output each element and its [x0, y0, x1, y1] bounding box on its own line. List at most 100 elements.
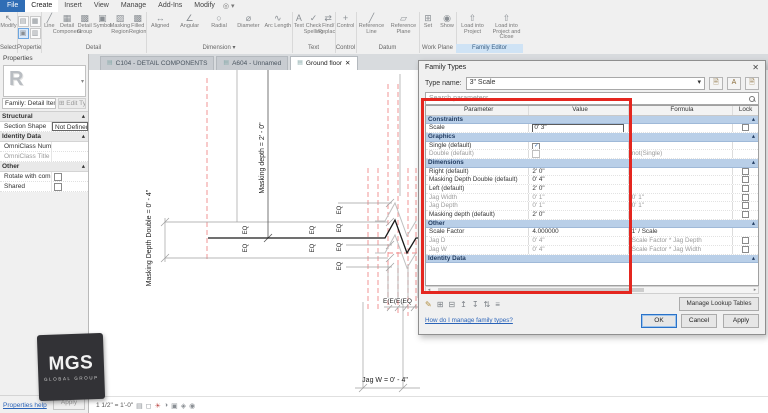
view-tab-ground-floor[interactable]: ▤Ground floor✕: [290, 56, 357, 70]
delete-type-button[interactable]: 🗎: [745, 77, 759, 90]
view-tab-a604[interactable]: ▤A604 - Unnamed: [216, 56, 288, 70]
lock-checkbox[interactable]: [742, 185, 749, 192]
property-row-rotate-with-component[interactable]: Rotate with compo...: [0, 172, 88, 182]
angular-dimension-button[interactable]: ∠Angular: [175, 13, 203, 30]
panel-label-control[interactable]: Control: [335, 44, 356, 53]
svg-text:EQ: EQ: [337, 242, 343, 251]
panel-label-work-plane[interactable]: Work Plane: [419, 44, 456, 53]
reference-plane-button[interactable]: ▱Reference Plane: [388, 13, 419, 35]
delete-parameter-icon[interactable]: ⊟: [448, 300, 455, 309]
rename-type-button[interactable]: A: [727, 77, 741, 90]
property-row-shared[interactable]: Shared: [0, 182, 88, 192]
reference-line-button[interactable]: ╱Reference Line: [356, 13, 387, 35]
section-shape-value[interactable]: Not Defined: [52, 122, 88, 131]
properties-palette-icon[interactable]: ▤: [18, 16, 29, 27]
lock-checkbox[interactable]: [742, 176, 749, 183]
property-row-omniclass-title[interactable]: OmniClass Title: [0, 152, 88, 162]
panel-label-text[interactable]: Text: [292, 44, 335, 53]
type-selector[interactable]: R ▾: [3, 65, 86, 97]
view-tab-c104[interactable]: ▤C104 - DETAIL COMPONENTS: [100, 56, 214, 70]
property-group-structural[interactable]: Structural▴: [0, 112, 88, 122]
crop-region-visibility-icon[interactable]: ◈: [181, 402, 186, 410]
panel-label-properties[interactable]: Properties: [17, 44, 41, 53]
reveal-hidden-elements-icon[interactable]: ◉: [189, 402, 195, 410]
ok-button[interactable]: OK: [641, 314, 677, 328]
aligned-dimension-button[interactable]: ↔Aligned: [146, 13, 174, 30]
detail-component-button[interactable]: ▦Detail Component: [59, 13, 76, 35]
cancel-button[interactable]: Cancel: [681, 314, 717, 328]
new-type-button[interactable]: 🗎: [709, 77, 723, 90]
tab-modify[interactable]: Modify: [188, 0, 221, 12]
modify-context-dropdown[interactable]: ◎ ▾: [221, 0, 239, 12]
new-parameter-icon[interactable]: ⊞: [437, 300, 444, 309]
family-category-icon[interactable]: ▦: [30, 16, 41, 27]
modify-button[interactable]: ↖ Modify: [0, 13, 17, 30]
tab-view[interactable]: View: [88, 0, 115, 12]
rotate-with-component-checkbox[interactable]: [54, 173, 62, 181]
edit-parameter-icon[interactable]: ✎: [425, 300, 432, 309]
radial-dimension-button[interactable]: ○Radial: [205, 13, 233, 30]
tab-manage[interactable]: Manage: [115, 0, 152, 12]
diameter-dimension-button[interactable]: ⌀Diameter: [234, 13, 262, 30]
arc-length-dimension-button[interactable]: ∿Arc Length: [264, 13, 292, 30]
manage-lookup-tables-button[interactable]: Manage Lookup Tables: [679, 297, 759, 311]
control-button[interactable]: +Control: [335, 13, 356, 30]
lock-checkbox[interactable]: [742, 168, 749, 175]
lock-checkbox[interactable]: [742, 211, 749, 218]
shared-checkbox[interactable]: [54, 183, 62, 191]
load-into-project-close-button[interactable]: ⇧Load into Project and Close: [490, 13, 523, 41]
properties-help-link[interactable]: Properties help: [3, 402, 47, 409]
panel-label-datum[interactable]: Datum: [356, 44, 419, 53]
tab-insert[interactable]: Insert: [58, 0, 88, 12]
move-up-icon[interactable]: ↥: [460, 300, 467, 309]
property-row-section-shape[interactable]: Section ShapeNot Defined: [0, 122, 88, 132]
symbol-button[interactable]: ▣Symbol: [94, 13, 111, 30]
load-into-project-button[interactable]: ⇧Load into Project: [456, 13, 489, 35]
property-group-identity-data[interactable]: Identity Data▴: [0, 132, 88, 142]
panel-label-select[interactable]: Select ▾: [0, 44, 17, 53]
detail-group-button[interactable]: ▩Detail Group: [76, 13, 93, 35]
panel-label-detail[interactable]: Detail: [41, 44, 146, 53]
visual-style-icon[interactable]: ◻: [146, 402, 152, 410]
detail-level-icon[interactable]: ▤: [136, 402, 143, 410]
panel-select: ↖ Modify Select ▾: [0, 12, 18, 53]
sort-descending-icon[interactable]: ≡: [495, 300, 500, 309]
panel-label-dimension[interactable]: Dimension ▾: [146, 44, 292, 53]
family-types-help-link[interactable]: How do I manage family types?: [425, 317, 513, 324]
close-icon[interactable]: ✕: [752, 63, 759, 72]
property-row-omniclass-number[interactable]: OmniClass Number: [0, 142, 88, 152]
sort-ascending-icon[interactable]: ⇅: [484, 300, 491, 309]
panel-properties: ▤ ▦ ▣ ▥ Properties: [17, 12, 42, 53]
find-replace-button[interactable]: ⇄Find/ Replace: [321, 13, 335, 35]
crop-view-icon[interactable]: ▣: [171, 402, 178, 410]
family-types-icon[interactable]: ▣: [18, 28, 29, 39]
panel-label-family-editor[interactable]: Family Editor: [456, 44, 523, 53]
tab-create[interactable]: Create: [25, 0, 58, 12]
masking-region-button[interactable]: ▨Masking Region: [112, 13, 129, 35]
tab-addins[interactable]: Add-Ins: [152, 0, 188, 12]
tab-file[interactable]: File: [0, 0, 25, 12]
edit-type-button[interactable]: ⊞ Edit Type: [58, 98, 86, 109]
shadows-icon[interactable]: ◑: [164, 402, 168, 409]
move-down-icon[interactable]: ↧: [472, 300, 479, 309]
show-work-plane-button[interactable]: ◉Show: [438, 13, 456, 30]
annotation-highlight-rectangle: [421, 98, 632, 294]
file-tab-icon: ▤: [223, 57, 229, 70]
family-parameters-icon[interactable]: ▥: [30, 28, 41, 39]
sun-path-icon[interactable]: ☀: [155, 402, 161, 410]
close-icon[interactable]: ✕: [345, 57, 350, 70]
type-name-combo[interactable]: 3" Scale ▾: [466, 77, 705, 90]
filled-region-button[interactable]: ▩Filled Region: [129, 13, 146, 35]
chevron-down-icon[interactable]: ▾: [81, 78, 84, 85]
apply-button[interactable]: Apply: [723, 314, 759, 328]
scroll-right-icon[interactable]: ▸: [752, 287, 758, 293]
set-work-plane-button[interactable]: ⊞Set: [419, 13, 437, 30]
lock-checkbox[interactable]: [742, 194, 749, 201]
lock-checkbox[interactable]: [742, 124, 749, 131]
lock-checkbox[interactable]: [742, 237, 749, 244]
family-filter-combo[interactable]: Family: Detail Items ▾: [2, 98, 56, 109]
view-scale-label[interactable]: 1 1/2" = 1'-0": [96, 402, 133, 409]
lock-checkbox[interactable]: [742, 202, 749, 209]
lock-checkbox[interactable]: [742, 246, 749, 253]
property-group-other[interactable]: Other▴: [0, 162, 88, 172]
